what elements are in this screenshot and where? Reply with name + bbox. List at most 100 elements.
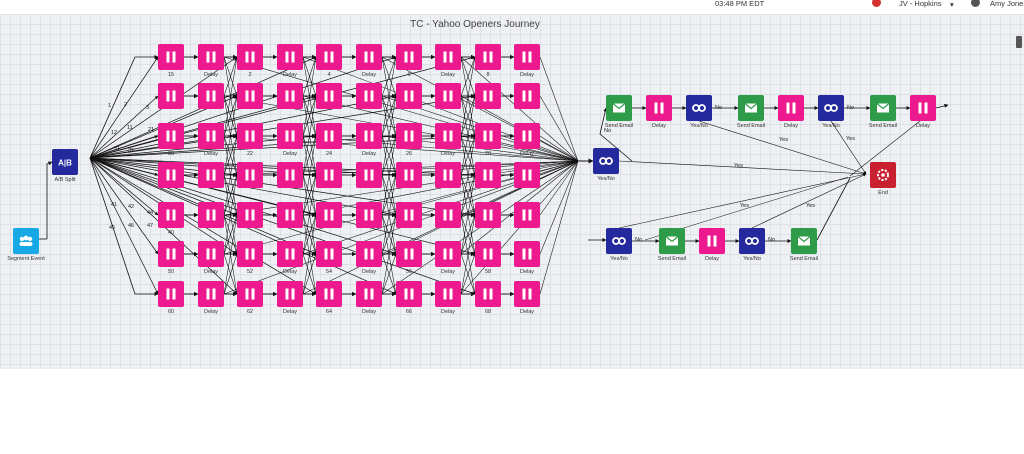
delay-node[interactable] xyxy=(435,44,461,70)
node-label: Delay xyxy=(519,72,535,78)
delay-node[interactable] xyxy=(778,95,804,121)
delay-node[interactable] xyxy=(435,83,461,109)
delay-node[interactable] xyxy=(316,162,342,188)
delay-node[interactable] xyxy=(356,44,382,70)
delay-node[interactable] xyxy=(198,281,224,307)
delay-node[interactable] xyxy=(158,202,184,228)
delay-node[interactable] xyxy=(514,83,540,109)
delay-node[interactable] xyxy=(158,83,184,109)
delay-node[interactable] xyxy=(356,162,382,188)
delay-node[interactable] xyxy=(396,44,422,70)
delay-node[interactable] xyxy=(356,123,382,149)
ab-split-icon: A|B xyxy=(58,159,72,168)
delay-node[interactable] xyxy=(475,44,501,70)
delay-node[interactable] xyxy=(475,241,501,267)
end-node[interactable] xyxy=(870,162,896,188)
send-email-node[interactable] xyxy=(791,228,817,254)
delay-node[interactable] xyxy=(396,241,422,267)
delay-node[interactable] xyxy=(237,202,263,228)
delay-node[interactable] xyxy=(435,162,461,188)
delay-node[interactable] xyxy=(475,162,501,188)
user-avatar-icon[interactable] xyxy=(971,0,980,7)
yes-no-node[interactable] xyxy=(818,95,844,121)
delay-node[interactable] xyxy=(356,281,382,307)
segment-event-node[interactable] xyxy=(13,228,39,254)
delay-node[interactable] xyxy=(514,123,540,149)
account-switcher[interactable]: JV - Hopkins xyxy=(899,0,942,8)
delay-node[interactable] xyxy=(237,83,263,109)
delay-node[interactable] xyxy=(198,44,224,70)
yes-no-node[interactable] xyxy=(593,148,619,174)
send-email-node[interactable] xyxy=(659,228,685,254)
delay-node[interactable] xyxy=(237,241,263,267)
delay-node[interactable] xyxy=(316,202,342,228)
delay-node[interactable] xyxy=(475,281,501,307)
edge-label: 45 xyxy=(109,225,116,231)
end-gear-icon xyxy=(877,169,889,181)
pause-icon xyxy=(707,235,717,247)
delay-node[interactable] xyxy=(198,123,224,149)
delay-node[interactable] xyxy=(277,83,303,109)
delay-node[interactable] xyxy=(158,44,184,70)
journey-canvas[interactable]: TC - Yahoo Openers Journey 1 2 3 11 12 21 31 32… xyxy=(0,14,1024,369)
delay-node[interactable] xyxy=(198,241,224,267)
yes-no-node[interactable] xyxy=(606,228,632,254)
delay-node[interactable] xyxy=(198,162,224,188)
delay-node[interactable] xyxy=(396,123,422,149)
delay-node[interactable] xyxy=(514,281,540,307)
delay-node[interactable] xyxy=(435,123,461,149)
delay-node[interactable] xyxy=(910,95,936,121)
ab-split-node[interactable]: A|B xyxy=(52,149,78,175)
delay-node[interactable] xyxy=(475,202,501,228)
send-email-node[interactable] xyxy=(870,95,896,121)
delay-node[interactable] xyxy=(435,281,461,307)
delay-node[interactable] xyxy=(237,123,263,149)
delay-node[interactable] xyxy=(396,83,422,109)
send-email-node[interactable] xyxy=(606,95,632,121)
delay-node[interactable] xyxy=(237,44,263,70)
delay-node[interactable] xyxy=(277,162,303,188)
delay-node[interactable] xyxy=(158,241,184,267)
yes-no-node[interactable] xyxy=(686,95,712,121)
delay-node[interactable] xyxy=(356,83,382,109)
delay-node[interactable] xyxy=(396,281,422,307)
delay-node[interactable] xyxy=(198,83,224,109)
notification-bell-icon[interactable] xyxy=(872,0,881,7)
delay-node[interactable] xyxy=(198,202,224,228)
delay-node[interactable] xyxy=(396,162,422,188)
delay-node[interactable] xyxy=(158,281,184,307)
delay-node[interactable] xyxy=(277,202,303,228)
delay-node[interactable] xyxy=(277,123,303,149)
delay-node[interactable] xyxy=(316,44,342,70)
delay-node[interactable] xyxy=(316,281,342,307)
delay-node[interactable] xyxy=(646,95,672,121)
delay-node[interactable] xyxy=(237,281,263,307)
delay-node[interactable] xyxy=(277,44,303,70)
send-email-node[interactable] xyxy=(738,95,764,121)
delay-node[interactable] xyxy=(396,202,422,228)
delay-node[interactable] xyxy=(316,241,342,267)
delay-node[interactable] xyxy=(316,83,342,109)
delay-node[interactable] xyxy=(435,202,461,228)
delay-node[interactable] xyxy=(514,162,540,188)
delay-node[interactable] xyxy=(514,241,540,267)
delay-node[interactable] xyxy=(277,241,303,267)
delay-node[interactable] xyxy=(158,162,184,188)
delay-node[interactable] xyxy=(514,202,540,228)
delay-node[interactable] xyxy=(475,83,501,109)
user-name[interactable]: Amy Jone xyxy=(990,0,1023,8)
delay-node[interactable] xyxy=(316,123,342,149)
delay-node[interactable] xyxy=(237,162,263,188)
canvas-scrollbar[interactable] xyxy=(1016,36,1022,48)
delay-node[interactable] xyxy=(435,241,461,267)
pause-icon xyxy=(443,90,453,102)
delay-node[interactable] xyxy=(475,123,501,149)
chevron-down-icon[interactable]: ▾ xyxy=(950,0,954,9)
delay-node[interactable] xyxy=(356,241,382,267)
delay-node[interactable] xyxy=(699,228,725,254)
delay-node[interactable] xyxy=(514,44,540,70)
delay-node[interactable] xyxy=(158,123,184,149)
yes-no-node[interactable] xyxy=(739,228,765,254)
delay-node[interactable] xyxy=(277,281,303,307)
delay-node[interactable] xyxy=(356,202,382,228)
